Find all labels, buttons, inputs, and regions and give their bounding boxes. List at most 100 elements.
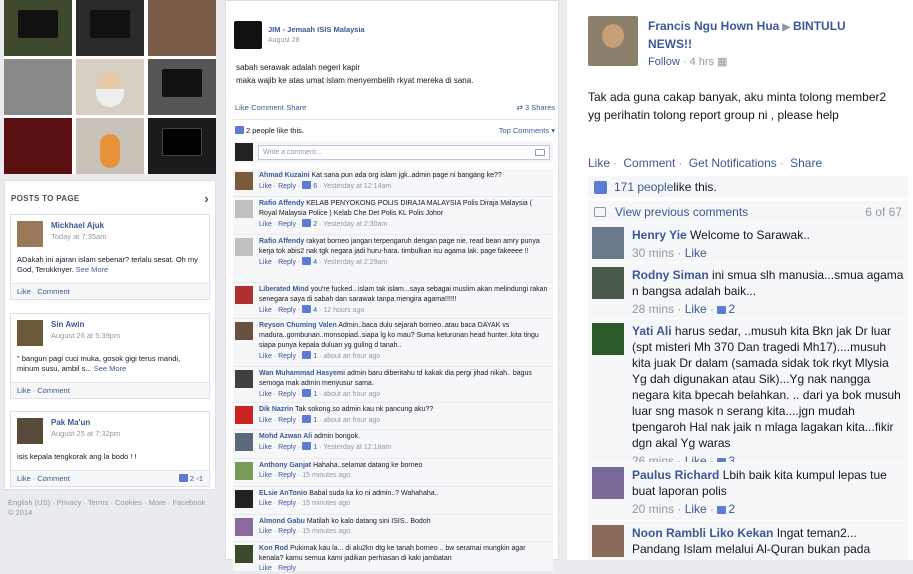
comment-author[interactable]: Reyson Chuming Valen xyxy=(259,322,337,329)
photo-thumbnail[interactable] xyxy=(4,118,72,174)
avatar[interactable] xyxy=(592,323,624,355)
post-time[interactable]: August 26 at 5:39pm xyxy=(51,331,120,340)
comment-author[interactable]: Rodny Siman xyxy=(632,268,709,282)
avatar[interactable] xyxy=(235,238,253,256)
comment-author[interactable]: Wan Muhammad Hasyemi xyxy=(259,370,345,377)
comment-author[interactable]: Yati Ali xyxy=(632,324,672,338)
reply-link[interactable]: Reply xyxy=(278,353,296,360)
comment-time[interactable]: 15 minutes ago xyxy=(302,500,350,507)
see-more-link[interactable]: See More xyxy=(94,364,127,373)
avatar[interactable] xyxy=(592,227,624,259)
comment-author[interactable]: Paulus Richard xyxy=(632,468,719,482)
like-link[interactable]: Like xyxy=(259,307,272,314)
photo-thumbnail[interactable] xyxy=(4,0,72,56)
comment-time[interactable]: Yesterday at 12:14am xyxy=(323,183,391,190)
photo-thumbnail[interactable] xyxy=(76,59,144,115)
reply-link[interactable]: Reply xyxy=(278,500,296,507)
post-time[interactable]: August 25 at 7:32pm xyxy=(51,429,120,438)
like-link[interactable]: Like xyxy=(259,391,272,398)
view-previous-comments[interactable]: View previous comments 6 of 67 xyxy=(588,200,908,222)
post-author[interactable]: Sin Awin xyxy=(51,320,120,329)
comment-author[interactable]: Henry Yie xyxy=(632,228,687,242)
avatar[interactable] xyxy=(235,322,253,340)
post-date[interactable]: August 28 xyxy=(268,37,365,44)
comment-likes[interactable]: 2 xyxy=(717,502,735,516)
like-link[interactable]: Like xyxy=(259,221,272,228)
view-previous-label[interactable]: View previous comments xyxy=(615,205,748,219)
shares-count[interactable]: ⇄ 3 Shares xyxy=(517,103,555,112)
photo-thumbnail[interactable] xyxy=(76,118,144,174)
post-author[interactable]: Francis Ngu Hown Hua xyxy=(648,19,779,33)
comment-likes[interactable]: 1 xyxy=(302,389,317,398)
comment-time[interactable]: Yesterday at 2:29am xyxy=(323,259,387,266)
comment-author[interactable]: Almond Gabu xyxy=(259,518,305,525)
comment-time[interactable]: Yesterday at 2:30am xyxy=(323,221,387,228)
avatar[interactable] xyxy=(17,418,43,444)
comment-link[interactable]: Comment xyxy=(37,474,70,483)
comment-likes[interactable]: 2 xyxy=(717,302,735,316)
comment-time[interactable]: 28 mins xyxy=(632,302,674,316)
post-author[interactable]: Mickhael Ajuk xyxy=(51,221,106,230)
like-link[interactable]: Like xyxy=(259,417,272,424)
comment-author[interactable]: Rafio Affendy xyxy=(259,200,304,207)
avatar[interactable] xyxy=(235,462,253,480)
post-author[interactable]: Pak Ma'un xyxy=(51,418,120,427)
reply-link[interactable]: Reply xyxy=(278,417,296,424)
reply-link[interactable]: Reply xyxy=(278,183,296,190)
avatar[interactable] xyxy=(592,525,624,557)
share-link[interactable]: Share xyxy=(286,103,306,112)
reply-link[interactable]: Reply xyxy=(278,307,296,314)
comment-link[interactable]: Comment xyxy=(37,287,70,296)
avatar[interactable] xyxy=(235,286,253,304)
comment-time[interactable]: about an hour ago xyxy=(323,417,380,424)
reply-link[interactable]: Reply xyxy=(278,259,296,266)
like-link[interactable]: Like xyxy=(685,246,707,260)
avatar[interactable] xyxy=(235,406,253,424)
like-link[interactable]: Like xyxy=(235,103,249,112)
comment-input[interactable]: Write a comment... xyxy=(258,144,550,160)
like-link[interactable]: Like xyxy=(259,259,272,266)
comment-likes[interactable]: 4 xyxy=(302,257,317,266)
audience-icon[interactable]: ▦ xyxy=(717,56,727,68)
top-comments-dropdown[interactable]: Top Comments ▾ xyxy=(499,126,555,135)
page-footer[interactable]: English (US) · Privacy · Terms · Cookies… xyxy=(8,498,208,518)
photo-thumbnail[interactable] xyxy=(148,0,216,56)
comment-author[interactable]: Mohd Azwan Ali xyxy=(259,433,312,440)
share-link[interactable]: Share xyxy=(790,156,822,170)
comment-link[interactable]: Comment xyxy=(37,386,70,395)
follow-link[interactable]: Follow xyxy=(648,56,680,68)
comment-author[interactable]: Kon Rod xyxy=(259,545,288,552)
comment-link[interactable]: Comment xyxy=(623,156,675,170)
comment-author[interactable]: Anthony Ganjat xyxy=(259,462,311,469)
comment-likes[interactable]: 4 xyxy=(302,305,317,314)
reply-link[interactable]: Reply xyxy=(278,391,296,398)
comment-time[interactable]: 20 mins xyxy=(632,502,674,516)
comment-author[interactable]: Dik Nazrin xyxy=(259,406,293,413)
reply-link[interactable]: Reply xyxy=(278,472,296,479)
like-link[interactable]: Like xyxy=(259,353,272,360)
like-link[interactable]: Like xyxy=(259,528,272,535)
avatar[interactable] xyxy=(17,221,43,247)
avatar[interactable] xyxy=(235,518,253,536)
reply-link[interactable]: Reply xyxy=(278,221,296,228)
comment-link[interactable]: Comment xyxy=(251,103,284,112)
comment-author[interactable]: ELsie AnTonio xyxy=(259,490,307,497)
comment-time[interactable]: Yesterday at 12:18am xyxy=(323,444,391,451)
reply-link[interactable]: Reply xyxy=(278,444,296,451)
camera-icon[interactable] xyxy=(535,148,545,156)
avatar[interactable] xyxy=(235,172,253,190)
likes-people-link[interactable]: 171 people xyxy=(614,180,673,194)
comment-likes[interactable]: 6 xyxy=(302,181,317,190)
photo-thumbnail[interactable] xyxy=(76,0,144,56)
photo-thumbnail[interactable] xyxy=(148,118,216,174)
like-link[interactable]: Like xyxy=(259,444,272,451)
avatar[interactable] xyxy=(235,545,253,563)
like-link[interactable]: Like xyxy=(17,386,31,395)
comment-time[interactable]: 30 mins xyxy=(632,246,674,260)
comment-likes[interactable]: 1 xyxy=(302,442,317,451)
like-link[interactable]: Like xyxy=(259,565,272,572)
post-time[interactable]: 4 hrs xyxy=(690,56,714,68)
chevron-right-icon[interactable]: › xyxy=(204,191,209,206)
comment-author[interactable]: Liberated Mind xyxy=(259,286,309,293)
comment-time[interactable]: 12 hours ago xyxy=(323,307,364,314)
